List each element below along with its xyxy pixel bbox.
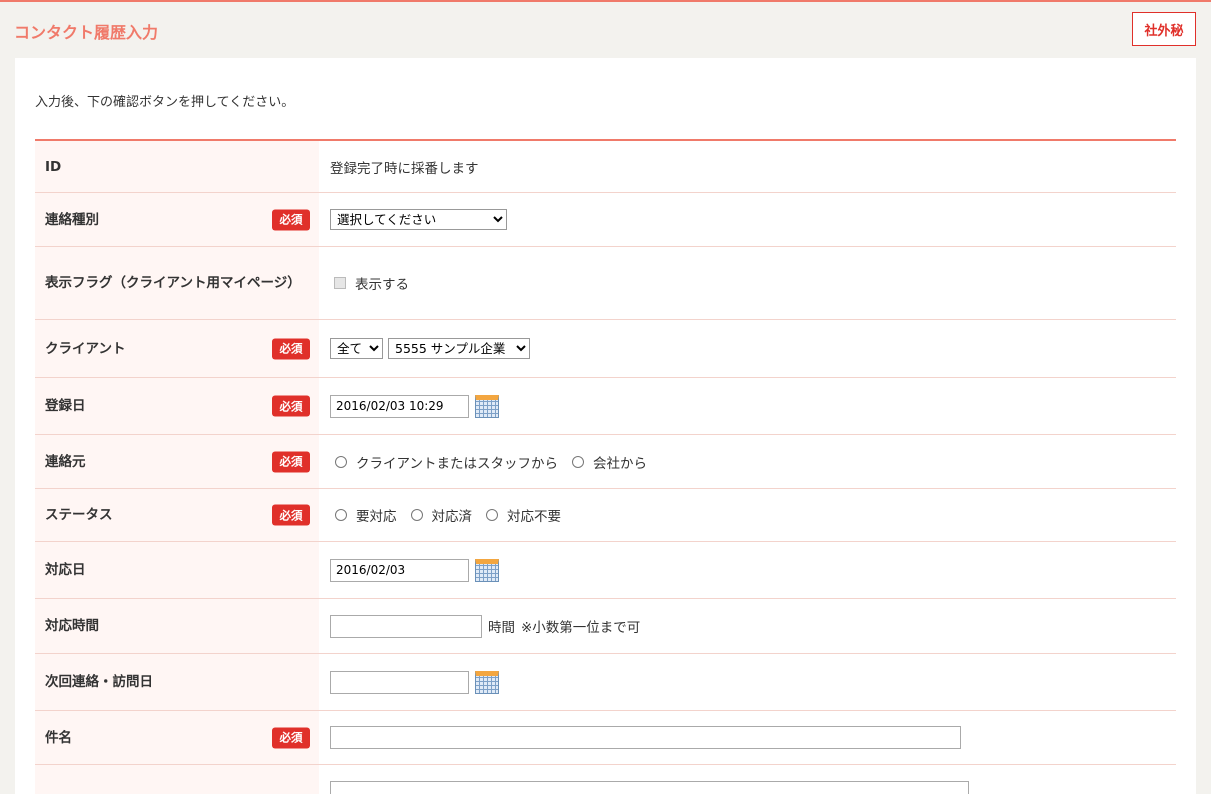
status-radio-done[interactable]: 対応済 [410,505,473,525]
response-date-label: 対応日 [45,562,86,578]
radio-circle[interactable] [486,509,498,521]
row-subject: 件名 必須 [35,711,1176,765]
form-panel: 入力後、下の確認ボタンを押してください。 ID 登録完了時に採番します 連絡種別… [15,58,1196,794]
response-time-input[interactable] [330,614,482,638]
contact-type-label: 連絡種別 [45,211,99,228]
row-display-flag: 表示フラグ（クライアント用マイページ） 表示する [35,247,1176,320]
next-contact-date-label: 次回連絡・訪問日 [45,674,153,690]
radio-label: 対応不要 [507,509,561,525]
radio-circle[interactable] [335,455,347,468]
row-id: ID 登録完了時に採番します [35,141,1176,193]
contact-type-select[interactable]: 選択してください [330,209,507,230]
status-label: ステータス [45,507,113,523]
row-next-contact-date: 次回連絡・訪問日 [35,654,1176,711]
radio-circle[interactable] [571,455,584,468]
status-radio-not-needed[interactable]: 対応不要 [486,505,561,525]
row-response-time: 対応時間 時間 ※小数第一位まで可 [35,599,1176,654]
status-radio-needs-action[interactable]: 要対応 [335,505,397,525]
confidential-badge: 社外秘 [1132,12,1196,46]
calendar-icon[interactable] [475,670,499,694]
subject-input[interactable] [330,726,961,749]
id-value: 登録完了時に採番します [330,160,479,177]
row-status: ステータス 必須 要対応 対応済 対応不要 [35,489,1176,542]
response-date-input[interactable] [330,558,469,582]
row-response-date: 対応日 [35,542,1176,599]
registered-date-input[interactable] [330,394,469,418]
required-badge: 必須 [272,209,310,230]
contact-history-form: ID 登録完了時に採番します 連絡種別 必須 選択してください 表示フラグ（クラ… [35,139,1176,794]
radio-label: 要対応 [356,509,397,525]
radio-label: 対応済 [431,509,473,525]
client-label: クライアント [45,340,126,357]
display-flag-checkbox-label: 表示する [355,277,409,293]
required-badge: 必須 [272,395,310,417]
required-badge: 必須 [272,504,310,526]
page-title: コンタクト履歴入力 [14,23,159,42]
id-label: ID [45,158,62,175]
intro-text: 入力後、下の確認ボタンを押してください。 [35,95,295,110]
row-registered-date: 登録日 必須 [35,378,1176,435]
display-flag-label: 表示フラグ（クライアント用マイページ） [45,275,301,291]
row-client: クライアント 必須 全て 5555 サンプル企業 [35,320,1176,378]
subject-label: 件名 [45,729,72,746]
required-badge: 必須 [272,451,310,472]
radio-label: 会社から [592,455,647,472]
contact-source-radio-client[interactable]: クライアントまたはスタッフから [335,452,558,472]
client-filter-select[interactable]: 全て [330,338,383,359]
row-next [35,765,1176,794]
contact-source-radio-company[interactable]: 会社から [571,452,647,472]
required-badge: 必須 [272,727,310,748]
calendar-icon[interactable] [475,394,499,418]
row-contact-source: 連絡元 必須 クライアントまたはスタッフから 会社から [35,435,1176,489]
contact-source-label: 連絡元 [45,453,86,470]
response-time-note: ※小数第一位まで可 [521,620,641,636]
required-badge: 必須 [272,338,310,359]
registered-date-label: 登録日 [45,398,86,414]
response-time-unit: 時間 [488,620,515,636]
next-contact-date-input[interactable] [330,670,469,694]
radio-circle[interactable] [410,509,423,521]
calendar-icon[interactable] [475,558,499,582]
display-flag-checkbox[interactable] [334,277,346,289]
radio-circle[interactable] [335,509,347,521]
row-contact-type: 連絡種別 必須 選択してください [35,193,1176,247]
response-time-label: 対応時間 [45,618,99,634]
body-textarea[interactable] [330,781,969,794]
client-select[interactable]: 5555 サンプル企業 [388,338,530,359]
radio-label: クライアントまたはスタッフから [356,455,558,472]
